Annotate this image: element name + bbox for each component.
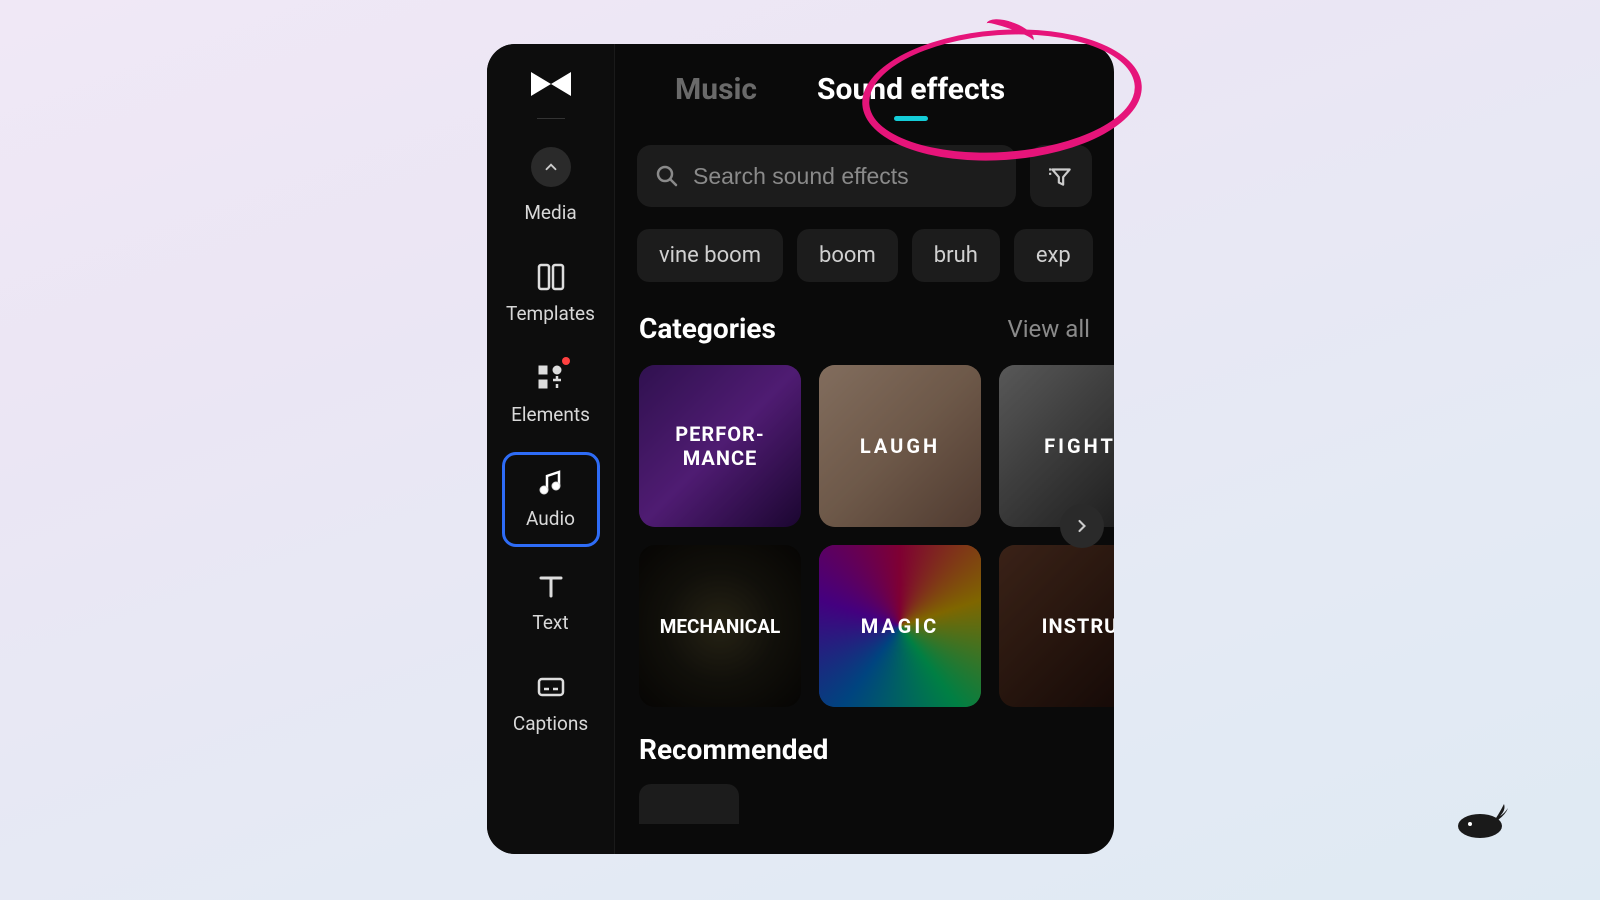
search-icon [655,164,679,188]
templates-icon [534,260,568,294]
categories-grid: PERFOR- MANCE MECHANICAL LAUGH MAGIC FIG… [615,345,1114,707]
category-label: INSTRU [1042,614,1114,638]
category-fight[interactable]: FIGHT [999,365,1114,527]
chip-exp[interactable]: exp [1014,229,1093,282]
sidebar-label: Text [532,611,568,634]
text-icon [534,569,568,603]
search-box[interactable] [637,145,1016,207]
audio-icon [534,465,568,499]
view-all-link[interactable]: View all [1007,315,1090,343]
sidebar: Media Templates Elements Audio Te [487,44,615,854]
category-label: MECHANICAL [660,615,781,638]
watermark-icon [1452,800,1510,840]
tab-music[interactable]: Music [675,72,757,107]
elements-icon [534,361,568,395]
captions-icon [534,670,568,704]
recommended-item[interactable] [639,784,1090,824]
sidebar-item-media[interactable]: Media [502,137,600,238]
chip-boom[interactable]: boom [797,229,898,282]
category-label: FIGHT [1044,434,1114,458]
recommended-thumb [639,784,739,824]
sidebar-item-text[interactable]: Text [502,559,600,648]
sidebar-item-elements[interactable]: Elements [502,351,600,440]
chip-vine-boom[interactable]: vine boom [637,229,783,282]
filter-icon [1048,163,1074,189]
audio-panel: Media Templates Elements Audio Te [487,44,1114,854]
content-area: Music Sound effects vine boom boom bruh … [615,44,1114,854]
search-row [615,127,1114,207]
tab-sound-effects[interactable]: Sound effects [817,72,1005,107]
chip-bruh[interactable]: bruh [912,229,1000,282]
chevron-right-icon [1072,516,1092,536]
tab-bar: Music Sound effects [615,44,1114,127]
notification-dot-icon [562,357,570,365]
filter-button[interactable] [1030,145,1092,207]
sidebar-label: Elements [511,403,590,426]
sidebar-label: Media [524,201,576,224]
category-label: LAUGH [860,434,940,458]
sidebar-item-captions[interactable]: Captions [502,660,600,749]
sidebar-label: Templates [506,302,595,325]
categories-title: Categories [639,312,776,345]
app-logo-icon [529,66,573,102]
category-label: PERFOR- MANCE [675,422,764,470]
categories-header: Categories View all [615,282,1114,345]
recommended-title: Recommended [639,733,1090,766]
collapse-icon[interactable] [531,147,571,187]
sidebar-label: Captions [513,712,588,735]
category-performance[interactable]: PERFOR- MANCE [639,365,801,527]
sidebar-item-templates[interactable]: Templates [502,250,600,339]
category-mechanical[interactable]: MECHANICAL [639,545,801,707]
category-laugh[interactable]: LAUGH [819,365,981,527]
suggestion-chips: vine boom boom bruh exp [615,207,1114,282]
sidebar-item-audio[interactable]: Audio [502,452,600,547]
search-input[interactable] [693,163,998,190]
category-instru[interactable]: INSTRU [999,545,1114,707]
category-magic[interactable]: MAGIC [819,545,981,707]
category-label: MAGIC [861,614,940,638]
next-arrow-button[interactable] [1060,504,1104,548]
sidebar-label: Audio [526,507,575,530]
separator [537,118,565,119]
recommended-section: Recommended [615,707,1114,824]
